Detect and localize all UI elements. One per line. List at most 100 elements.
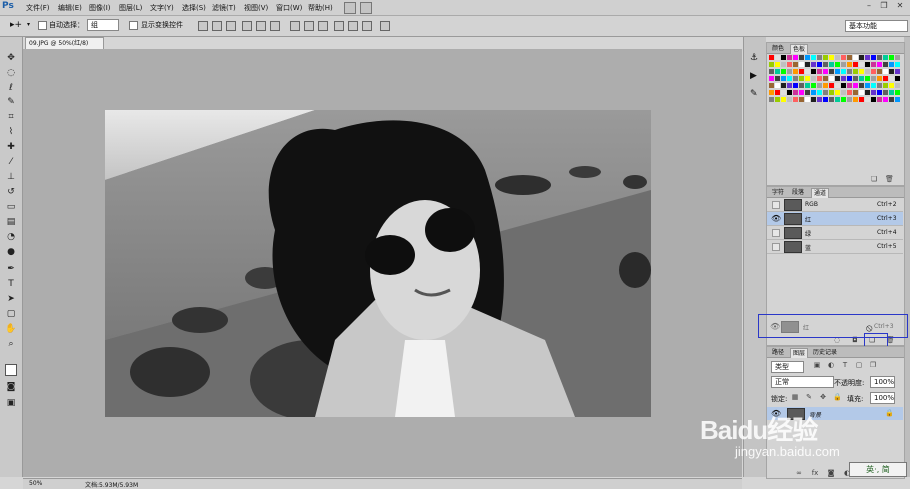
color-swatch[interactable] [811,90,816,95]
color-swatch[interactable] [865,97,870,102]
eraser-tool-icon[interactable]: ▭ [5,202,17,213]
color-swatch[interactable] [787,55,792,60]
color-swatch[interactable] [835,76,840,81]
color-swatch[interactable] [883,62,888,67]
mini-bridge-icon[interactable] [360,2,372,14]
lock-pixels-icon[interactable]: ▦ [791,394,799,401]
color-swatch[interactable] [775,69,780,74]
color-swatch[interactable] [853,55,858,60]
menu-window[interactable]: 窗口(W) [276,3,302,13]
dodge-tool-icon[interactable]: ● [5,247,17,258]
blur-tool-icon[interactable]: ◔ [5,232,17,243]
color-swatch[interactable] [841,55,846,60]
link-layers-icon[interactable]: ∞ [795,470,803,477]
color-swatch[interactable] [853,83,858,88]
minimize-icon[interactable]: – [862,1,876,12]
menu-image[interactable]: 图像(I) [89,3,111,13]
color-swatch[interactable] [775,97,780,102]
color-swatch[interactable] [817,83,822,88]
layer-mask-icon[interactable]: ◙ [827,470,835,477]
color-swatch[interactable] [781,55,786,60]
color-swatch[interactable] [895,62,900,67]
crop-tool-icon[interactable]: ⌗ [5,112,17,123]
color-swatch[interactable] [889,90,894,95]
color-swatch[interactable] [787,69,792,74]
color-swatch[interactable] [781,69,786,74]
align-top-icon[interactable] [198,21,208,31]
color-swatch[interactable] [859,97,864,102]
menu-select[interactable]: 选择(S) [182,3,206,13]
menu-edit[interactable]: 编辑(E) [58,3,82,13]
color-swatch[interactable] [895,55,900,60]
menu-help[interactable]: 帮助(H) [308,3,333,13]
color-swatch[interactable] [859,55,864,60]
color-swatch[interactable] [811,62,816,67]
visibility-toggle[interactable] [772,229,780,237]
clone-stamp-tool-icon[interactable]: ⊥ [5,172,17,183]
distribute-vcenter-icon[interactable] [304,21,314,31]
color-swatch[interactable] [871,55,876,60]
lasso-tool-icon[interactable]: ℓ [5,83,17,94]
brush-tool-icon[interactable]: ⁄ [5,157,17,168]
channel-row-rgb[interactable]: RGB Ctrl+2 [767,198,903,212]
color-swatch[interactable] [871,69,876,74]
tab-history[interactable]: 历史记录 [811,348,839,357]
color-swatch[interactable] [829,62,834,67]
tab-channels[interactable]: 通道 [811,188,830,198]
color-swatch[interactable] [805,83,810,88]
tab-paths[interactable]: 路径 [770,348,786,357]
color-swatch[interactable] [781,97,786,102]
distribute-hcenter-icon[interactable] [348,21,358,31]
color-swatch[interactable] [865,76,870,81]
chevron-down-icon[interactable]: ▾ [27,21,30,28]
shape-tool-icon[interactable]: ▢ [5,309,17,320]
color-swatch[interactable] [781,83,786,88]
color-swatch[interactable] [787,90,792,95]
color-swatch[interactable] [853,76,858,81]
color-swatch[interactable] [823,97,828,102]
color-swatch[interactable] [871,62,876,67]
filter-smart-icon[interactable]: ❐ [869,362,877,369]
quick-select-tool-icon[interactable]: ✎ [5,97,17,108]
color-swatch[interactable] [775,55,780,60]
menu-type[interactable]: 文字(Y) [150,3,174,13]
healing-brush-tool-icon[interactable]: ✚ [5,142,17,153]
lock-paint-icon[interactable]: ✎ [805,394,813,401]
color-swatch[interactable] [823,62,828,67]
eye-icon[interactable]: 👁 [771,214,781,223]
bridge-icon[interactable] [344,2,356,14]
tab-layers[interactable]: 图层 [790,348,809,358]
color-swatch[interactable] [859,76,864,81]
swatch-grid[interactable] [769,55,901,103]
filter-adjustment-icon[interactable]: ◐ [827,362,835,369]
screen-mode-icon[interactable]: ▣ [5,398,17,409]
color-swatch[interactable] [847,76,852,81]
distribute-right-icon[interactable] [362,21,372,31]
color-swatch[interactable] [829,97,834,102]
color-swatch[interactable] [877,76,882,81]
marquee-tool-icon[interactable]: ◌ [5,68,17,79]
color-swatch[interactable] [805,62,810,67]
layer-style-icon[interactable]: fx [811,470,819,477]
color-swatch[interactable] [805,55,810,60]
color-swatch[interactable] [817,97,822,102]
channel-row-red[interactable]: 👁 红 Ctrl+3 [767,212,903,226]
opacity-input[interactable]: 100% [870,376,895,388]
filter-type-icon[interactable]: T [841,362,849,369]
color-swatch[interactable] [835,55,840,60]
color-swatch[interactable] [829,55,834,60]
color-swatch[interactable] [829,76,834,81]
color-swatch[interactable] [847,97,852,102]
color-swatch[interactable] [877,62,882,67]
color-swatch[interactable] [835,90,840,95]
color-swatch[interactable] [793,90,798,95]
show-transform-checkbox[interactable] [129,21,138,30]
color-swatch[interactable] [835,83,840,88]
color-swatch[interactable] [865,90,870,95]
workspace-switcher[interactable]: 基本功能 [845,20,908,32]
visibility-toggle[interactable] [772,243,780,251]
color-swatch[interactable] [859,90,864,95]
path-select-tool-icon[interactable]: ➤ [5,294,17,305]
color-swatch[interactable] [799,55,804,60]
save-selection-icon[interactable]: ◘ [851,337,859,344]
